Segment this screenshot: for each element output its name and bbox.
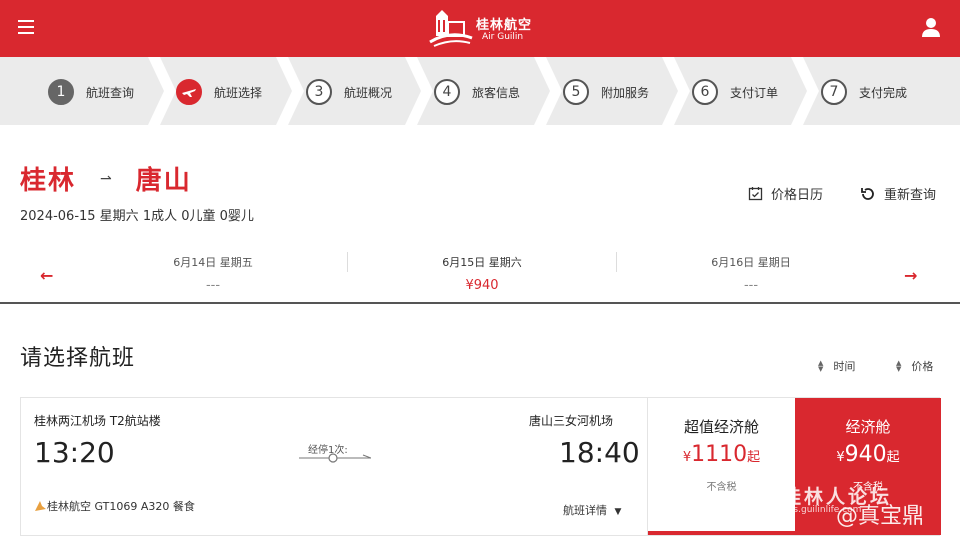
departure-airport: 桂林两江机场 T2航站楼 <box>34 414 161 428</box>
air-guilin-logo[interactable]: 桂林航空 Air Guilin <box>428 8 538 50</box>
step-flight-overview[interactable]: 3 航班概况 <box>306 67 392 117</box>
step-label: 航班概况 <box>344 85 393 100</box>
research-label: 重新查询 <box>884 188 937 203</box>
booking-progress-steps: 1 航班查询 航班选择 3 航班概况 4 旅客信息 5 附加服务 6 支付订单 … <box>0 57 960 125</box>
step-number: 4 <box>434 79 460 105</box>
logo-mark-icon <box>429 10 473 47</box>
flight-number-info: 桂林航空 GT1069 A320 餐食 <box>47 500 195 513</box>
step-number: 6 <box>692 79 718 105</box>
step-pay-order[interactable]: 6 支付订单 <box>692 67 778 117</box>
fare-currency: ¥ <box>836 450 845 465</box>
sort-arrows-icon: ▲ ▼ <box>896 359 902 373</box>
step-label: 旅客信息 <box>472 85 521 100</box>
date-price: --- <box>743 278 759 293</box>
fare-selected-bar <box>648 531 795 535</box>
fare-name: 超值经济舱 <box>683 418 759 436</box>
price-calendar-button[interactable]: 价格日历 <box>748 184 823 203</box>
date-label: 6月15日 星期六 <box>442 256 522 269</box>
trip-summary: 2024-06-15 星期六 1成人 0儿童 0婴儿 <box>20 209 254 224</box>
chevron-down-icon: ▼ <box>614 507 622 517</box>
user-icon[interactable] <box>920 16 942 38</box>
step-chevron-divider <box>148 57 176 125</box>
fare-amount: 940 <box>844 442 887 467</box>
fare-name: 经济舱 <box>845 418 891 436</box>
fare-option-super-economy[interactable]: 超值经济舱 ¥1110起 不含税 <box>647 398 795 535</box>
step-extra-services[interactable]: 5 附加服务 <box>563 67 649 117</box>
date-option[interactable]: 6月14日 星期五 --- <box>79 254 347 293</box>
destination-city: 唐山 <box>135 166 192 196</box>
step-flight-search[interactable]: 1 航班查询 <box>48 67 134 117</box>
fare-suffix: 起 <box>886 450 900 465</box>
step-chevron-divider <box>534 57 562 125</box>
step-label: 支付完成 <box>859 85 908 100</box>
research-button[interactable]: 重新查询 <box>860 184 936 203</box>
hamburger-menu-icon[interactable] <box>18 20 34 34</box>
step-passenger-info[interactable]: 4 旅客信息 <box>434 67 520 117</box>
step-label: 支付订单 <box>730 85 779 100</box>
step-label: 航班查询 <box>86 85 135 100</box>
step-number: 1 <box>48 79 74 105</box>
airplane-icon <box>176 79 202 105</box>
date-label: 6月14日 星期五 <box>173 256 253 269</box>
date-option-selected[interactable]: 6月15日 星期六 ¥940 <box>348 254 616 293</box>
logo-chinese-text: 桂林航空 <box>476 18 533 33</box>
flight-card: 桂林两江机场 T2航站楼 13:20 经停1次: 唐山三女河机场 18:40 桂… <box>20 397 941 536</box>
route-arrow-icon: ⇀ <box>100 170 112 187</box>
arrival-airport: 唐山三女河机场 <box>529 414 614 428</box>
calendar-icon <box>748 187 763 201</box>
fare-suffix: 起 <box>747 450 761 465</box>
refresh-icon <box>861 187 874 200</box>
author-watermark: @真宝鼎 <box>836 504 925 529</box>
sort-by-time-button[interactable]: ▲ ▼ 时间 <box>818 358 855 374</box>
sort-arrows-icon: ▲ ▼ <box>818 359 824 373</box>
step-number: 5 <box>563 79 589 105</box>
fare-currency: ¥ <box>682 450 692 465</box>
stopover-line-icon <box>299 453 371 463</box>
date-label: 6月16日 星期日 <box>711 256 791 269</box>
sort-price-label: 价格 <box>911 360 934 373</box>
step-chevron-divider <box>405 57 433 125</box>
date-price: --- <box>205 278 221 293</box>
date-price: ¥940 <box>465 278 499 293</box>
fare-amount: 1110 <box>691 442 748 467</box>
step-flight-select[interactable]: 航班选择 <box>176 67 262 117</box>
step-label: 航班选择 <box>214 85 263 100</box>
route-title: 桂林 ⇀ 唐山 <box>20 160 192 197</box>
sort-by-price-button[interactable]: ▲ ▼ 价格 <box>896 358 933 374</box>
step-number: 3 <box>306 79 332 105</box>
price-calendar-label: 价格日历 <box>771 188 824 203</box>
prev-date-arrow-icon[interactable]: ← <box>40 266 53 285</box>
airline-logo-icon <box>35 501 46 511</box>
step-pay-complete[interactable]: 7 支付完成 <box>821 67 907 117</box>
step-chevron-divider <box>276 57 304 125</box>
date-selector: ← 6月14日 星期五 --- 6月15日 星期六 ¥940 6月16日 星期日… <box>0 242 960 304</box>
arrival-time: 18:40 <box>559 436 640 469</box>
date-option[interactable]: 6月16日 星期日 --- <box>617 254 885 293</box>
sort-time-label: 时间 <box>833 360 856 373</box>
flight-details-label: 航班详情 <box>563 504 607 517</box>
fare-tax-note: 不含税 <box>706 482 737 493</box>
departure-time: 13:20 <box>34 436 115 469</box>
airline-info: 桂林航空 GT1069 A320 餐食 <box>34 498 195 514</box>
flight-list-title: 请选择航班 <box>20 346 136 371</box>
origin-city: 桂林 <box>20 166 77 196</box>
top-bar: 桂林航空 Air Guilin <box>0 0 960 57</box>
logo-english-text: Air Guilin <box>482 32 524 42</box>
fare-price: ¥940起 <box>795 442 941 467</box>
flight-details-toggle[interactable]: 航班详情 ▼ <box>563 502 621 518</box>
fare-price: ¥1110起 <box>648 442 795 467</box>
next-date-arrow-icon[interactable]: → <box>904 266 917 285</box>
step-chevron-divider <box>791 57 819 125</box>
step-label: 附加服务 <box>601 85 650 100</box>
step-chevron-divider <box>662 57 690 125</box>
step-number: 7 <box>821 79 847 105</box>
